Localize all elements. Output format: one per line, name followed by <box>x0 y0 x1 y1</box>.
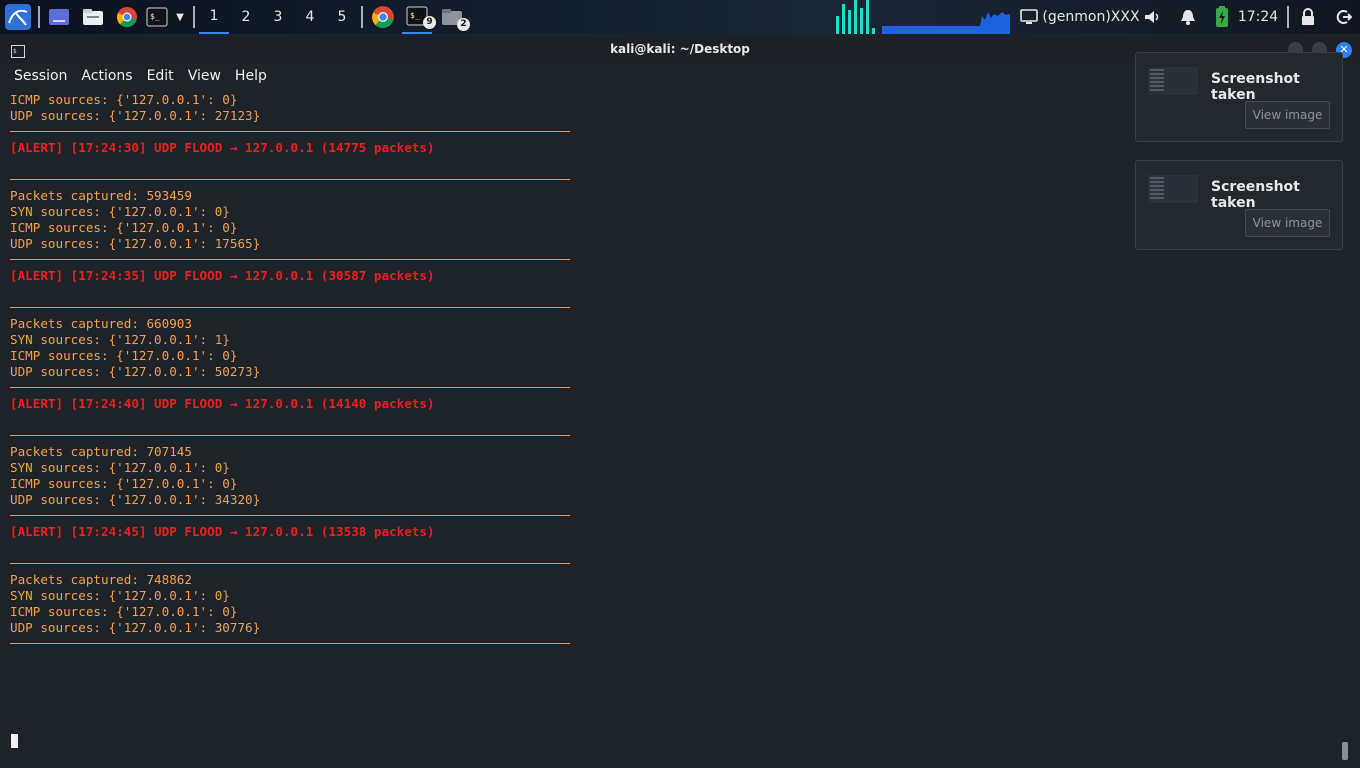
output-line: Packets captured: 748862 <box>10 572 192 587</box>
output-line: SYN sources: {'127.0.0.1': 0} <box>10 588 230 603</box>
kali-menu-icon[interactable] <box>2 0 34 34</box>
output-line: SYN sources: {'127.0.0.1': 0} <box>10 204 230 219</box>
output-line: ICMP sources: {'127.0.0.1': 0} <box>10 92 238 107</box>
output-line: UDP sources: {'127.0.0.1': 17565} <box>10 236 261 251</box>
terminal-output[interactable]: ICMP sources: {'127.0.0.1': 0} UDP sourc… <box>10 92 1330 652</box>
notification-screenshot[interactable]: Screenshot taken View image <box>1135 160 1343 250</box>
screenshot-thumbnail <box>1148 67 1198 95</box>
notification-screenshot[interactable]: Screenshot taken View image <box>1135 52 1343 142</box>
menu-view[interactable]: View <box>174 64 221 90</box>
output-line: Packets captured: 660903 <box>10 316 192 331</box>
output-line: ICMP sources: {'127.0.0.1': 0} <box>10 476 238 491</box>
workspace-4[interactable]: 4 <box>295 0 325 34</box>
menu-session[interactable]: Session <box>0 64 67 90</box>
output-line: Packets captured: 707145 <box>10 444 192 459</box>
genmon-label[interactable]: (genmon)XXX <box>1042 0 1139 34</box>
alert-line: [ALERT] [17:24:30] UDP FLOOD → 127.0.0.1… <box>10 140 435 155</box>
files-count-badge: 2 <box>457 18 470 31</box>
alert-line: [ALERT] [17:24:45] UDP FLOOD → 127.0.0.1… <box>10 524 435 539</box>
divider <box>10 307 570 308</box>
network-graph <box>882 12 1010 34</box>
divider <box>10 179 570 180</box>
workspace-1[interactable]: 1 <box>199 0 229 34</box>
output-line: Packets captured: 593459 <box>10 188 192 203</box>
volume-icon[interactable] <box>1141 0 1163 34</box>
cpu-graph <box>836 0 875 34</box>
output-line: SYN sources: {'127.0.0.1': 1} <box>10 332 230 347</box>
menu-help[interactable]: Help <box>221 64 267 90</box>
separator <box>361 6 363 28</box>
separator <box>1287 6 1289 28</box>
battery-icon[interactable] <box>1211 0 1233 34</box>
divider <box>10 387 570 388</box>
chrome-icon[interactable] <box>114 0 140 34</box>
top-panel: $_ ▼ 1 2 3 4 5 $_ 9 2 (genmon)XXX 17:24 <box>0 0 1360 34</box>
lock-icon[interactable] <box>1297 0 1319 34</box>
terminal-window[interactable]: $ kali@kali: ~/Desktop ✕ Session Actions… <box>0 36 1360 768</box>
clock[interactable]: 17:24 <box>1236 0 1280 34</box>
workspace-2[interactable]: 2 <box>231 0 261 34</box>
display-icon[interactable] <box>1018 0 1040 34</box>
divider <box>10 563 570 564</box>
output-line: SYN sources: {'127.0.0.1': 0} <box>10 460 230 475</box>
chrome-window-button[interactable] <box>369 0 397 34</box>
show-desktop-icon[interactable] <box>46 0 72 34</box>
svg-text:$_: $_ <box>150 12 160 21</box>
alert-line: [ALERT] [17:24:35] UDP FLOOD → 127.0.0.1… <box>10 268 435 283</box>
divider <box>10 435 570 436</box>
screenshot-thumbnail <box>1148 175 1198 203</box>
output-line: UDP sources: {'127.0.0.1': 27123} <box>10 108 261 123</box>
terminal-window-group-button[interactable]: $_ 9 <box>402 0 436 34</box>
output-line: ICMP sources: {'127.0.0.1': 0} <box>10 604 238 619</box>
file-manager-icon[interactable] <box>80 0 106 34</box>
terminal-icon[interactable]: $_ <box>145 0 169 34</box>
notification-title: Screenshot taken <box>1211 179 1300 211</box>
divider <box>10 515 570 516</box>
svg-text:$_: $_ <box>410 11 420 20</box>
workspace-3[interactable]: 3 <box>263 0 293 34</box>
output-line: UDP sources: {'127.0.0.1': 34320} <box>10 492 261 507</box>
view-image-button[interactable]: View image <box>1245 209 1330 237</box>
logout-icon[interactable] <box>1333 0 1355 34</box>
notification-title: Screenshot taken <box>1211 71 1300 103</box>
workspace-5[interactable]: 5 <box>327 0 357 34</box>
menu-edit[interactable]: Edit <box>133 64 174 90</box>
notification-bell-icon[interactable] <box>1177 0 1199 34</box>
output-line: ICMP sources: {'127.0.0.1': 0} <box>10 348 238 363</box>
divider <box>10 131 570 132</box>
output-line: UDP sources: {'127.0.0.1': 50273} <box>10 364 261 379</box>
view-image-button[interactable]: View image <box>1245 101 1330 129</box>
output-line: ICMP sources: {'127.0.0.1': 0} <box>10 220 238 235</box>
divider <box>10 643 570 644</box>
menu-actions[interactable]: Actions <box>67 64 132 90</box>
terminal-count-badge: 9 <box>423 16 436 29</box>
scrollbar-handle[interactable] <box>1342 742 1348 760</box>
files-window-group-button[interactable]: 2 <box>438 0 470 34</box>
separator <box>193 6 195 28</box>
chevron-down-icon[interactable]: ▼ <box>172 0 188 34</box>
divider <box>10 259 570 260</box>
output-line: UDP sources: {'127.0.0.1': 30776} <box>10 620 261 635</box>
separator <box>38 6 40 28</box>
text-cursor <box>11 734 18 748</box>
alert-line: [ALERT] [17:24:40] UDP FLOOD → 127.0.0.1… <box>10 396 435 411</box>
